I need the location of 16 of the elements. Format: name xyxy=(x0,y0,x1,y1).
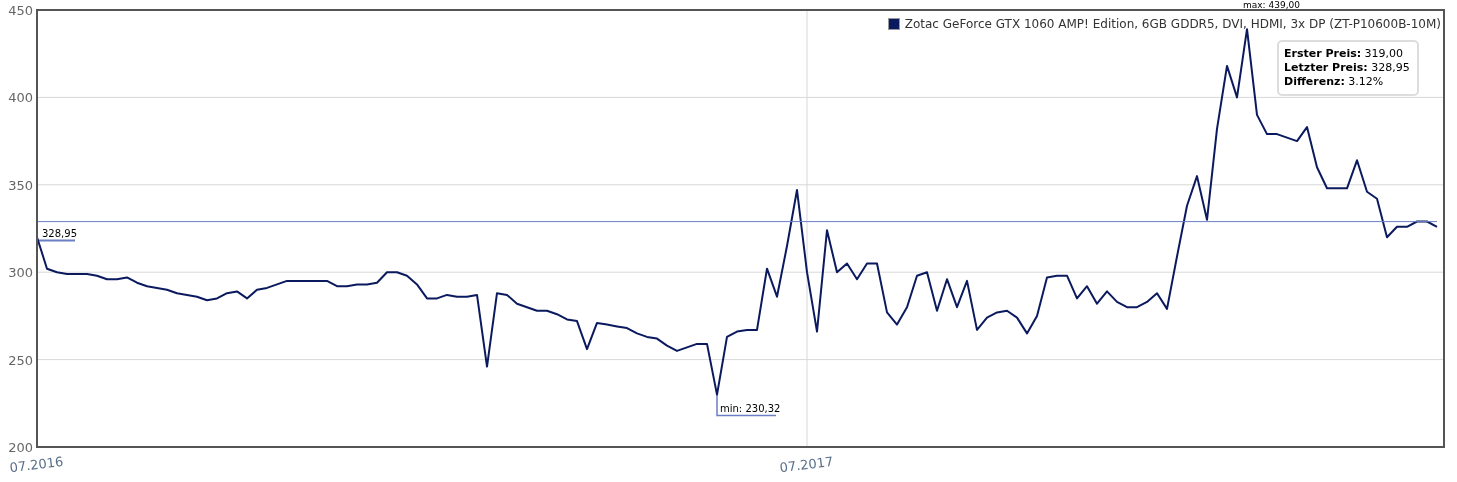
y-tick-label: 250 xyxy=(8,352,33,368)
y-tick-label: 350 xyxy=(8,177,33,193)
leader-line xyxy=(37,239,76,242)
legend-label: Zotac GeForce GTX 1060 AMP! Edition, 6GB GDDR5, DVI, HDMI, 3x DP (ZT-P10600B-10M) xyxy=(904,17,1441,31)
tooltip-line: Erster Preis: 319,00 xyxy=(1284,47,1405,61)
min-label: min: 230,32 xyxy=(720,402,781,414)
y-tick-label: 450 xyxy=(8,3,33,18)
x-tick-label: 07.2017 xyxy=(778,453,835,476)
y-tick-label: 300 xyxy=(8,265,33,281)
y-tick-label: 400 xyxy=(8,90,33,106)
y-tick-label: 200 xyxy=(8,440,33,455)
tooltip-line: Differenz: 3.12% xyxy=(1284,75,1385,89)
reference-label: 328,95 xyxy=(42,227,77,239)
x-tick-label: 07.2016 xyxy=(8,453,65,476)
max-label: max: 439,00 xyxy=(1243,0,1300,11)
tooltip-line: Letzter Preis: 328,95 xyxy=(1284,61,1411,75)
